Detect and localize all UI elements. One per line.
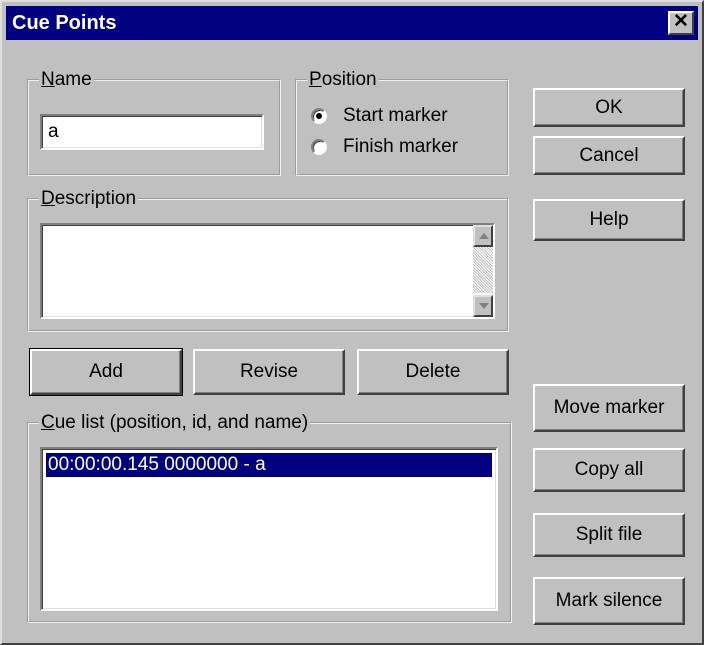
arrow-down-icon: [479, 303, 489, 309]
revise-label: Revise: [239, 361, 299, 382]
delete-button[interactable]: Delete: [357, 349, 509, 395]
arrow-up-icon: [479, 233, 489, 239]
cue-list-item[interactable]: 00:00:00.145 0000000 - a: [46, 453, 492, 477]
add-label: Add: [89, 361, 123, 382]
position-legend: Position: [307, 69, 379, 91]
cancel-label: Cancel: [579, 144, 639, 166]
start-marker-label[interactable]: Start marker: [343, 105, 448, 127]
title-bar[interactable]: Cue Points ✕: [6, 6, 698, 40]
close-button[interactable]: ✕: [668, 11, 694, 35]
add-button[interactable]: Add: [29, 348, 183, 396]
split-file-button[interactable]: Split file: [533, 513, 685, 557]
finish-marker-label[interactable]: Finish marker: [343, 136, 458, 158]
window-title: Cue Points: [12, 12, 117, 34]
copy-all-label: Copy all: [574, 459, 644, 480]
move-marker-button[interactable]: Move marker: [533, 384, 685, 432]
help-label: Help: [589, 209, 629, 230]
name-group: Name a: [27, 69, 281, 176]
cancel-button[interactable]: Cancel: [533, 136, 685, 175]
ok-label: OK: [595, 96, 623, 118]
delete-label: Delete: [405, 361, 461, 382]
mark-silence-label: Mark silence: [555, 590, 663, 611]
start-marker-radio[interactable]: [311, 108, 327, 124]
name-legend: Name: [39, 69, 94, 91]
help-button[interactable]: Help: [533, 199, 685, 241]
cue-list-group: Cue list (position, id, and name) 00:00:…: [27, 412, 512, 623]
cue-list-legend: Cue list (position, id, and name): [39, 412, 311, 434]
move-marker-label: Move marker: [553, 397, 665, 418]
copy-all-button[interactable]: Copy all: [533, 448, 685, 492]
mark-silence-button[interactable]: Mark silence: [533, 577, 685, 625]
scroll-up-button[interactable]: [473, 225, 493, 247]
description-textarea[interactable]: [40, 223, 495, 319]
cue-listbox[interactable]: 00:00:00.145 0000000 - a: [40, 447, 498, 611]
description-legend: Description: [39, 188, 139, 210]
close-icon: ✕: [673, 11, 689, 32]
finish-marker-radio[interactable]: [311, 139, 327, 155]
revise-button[interactable]: Revise: [193, 349, 345, 395]
position-group: Position Start marker Finish marker: [295, 69, 509, 176]
name-input-value: a: [48, 121, 59, 142]
ok-button[interactable]: OK: [533, 88, 685, 127]
scrollbar-track[interactable]: [473, 247, 493, 293]
scroll-down-button[interactable]: [473, 295, 493, 317]
name-input[interactable]: a: [40, 114, 264, 150]
description-group: Description: [27, 188, 509, 332]
radio-selected-dot: [316, 113, 322, 119]
split-file-label: Split file: [575, 524, 643, 545]
